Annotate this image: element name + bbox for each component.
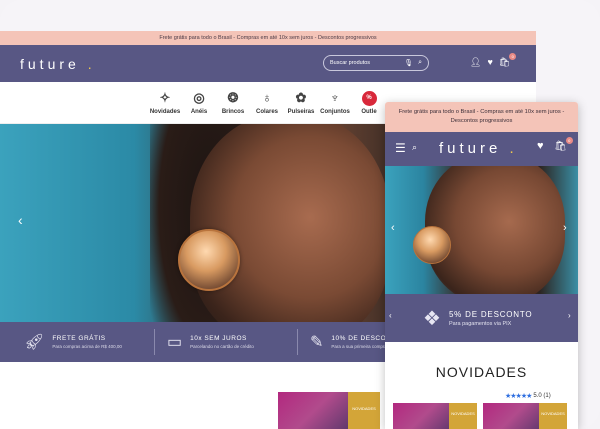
category-conjuntos[interactable]: ♆ Conjuntos bbox=[318, 90, 352, 115]
percent-icon: % bbox=[361, 90, 377, 106]
site-header: future . Buscar produtos 🎙︎ ⌕ 👤︎ ♥ 🛍︎ 0 bbox=[0, 45, 536, 82]
discount-tag-icon: ✎ bbox=[310, 334, 324, 351]
credit-card-icon: ▭ bbox=[167, 334, 183, 351]
cart-badge: 0 bbox=[509, 53, 517, 60]
earring-icon: ❂ bbox=[227, 90, 239, 105]
category-colares[interactable]: ♁ Colares bbox=[250, 90, 284, 115]
pix-icon: ❖ bbox=[423, 307, 441, 330]
cart-icon[interactable]: 🛍︎ 0 bbox=[554, 137, 573, 152]
promo-bar: Frete grátis para todo o Brasil - Compra… bbox=[385, 102, 578, 132]
category-pulseiras[interactable]: ✿ Pulseiras bbox=[284, 90, 318, 115]
hero-banner[interactable]: ‹ › bbox=[385, 166, 578, 294]
search-icon[interactable]: ⌕ bbox=[418, 59, 422, 67]
category-outlet[interactable]: % Outle bbox=[352, 90, 386, 115]
search-icon[interactable]: ⌕ bbox=[412, 142, 417, 153]
site-logo[interactable]: future . bbox=[20, 56, 96, 72]
heart-icon[interactable]: ♥ bbox=[537, 140, 544, 152]
hero-face bbox=[425, 166, 565, 294]
set-icon: ♆ bbox=[330, 90, 340, 105]
star-icons: ★★★★★ bbox=[505, 393, 532, 400]
discount-banner: ‹ ❖ 5% DE DESCONTO Para pagamentos via P… bbox=[385, 294, 578, 342]
section-title: NOVIDADES bbox=[435, 364, 528, 380]
necklace-icon: ♁ bbox=[262, 90, 272, 105]
header-icons: 👤︎ ♥ 🛍︎ 0 bbox=[470, 53, 517, 68]
hero-earring bbox=[413, 226, 451, 264]
site-logo[interactable]: future . bbox=[439, 140, 518, 157]
chevron-right-icon[interactable]: › bbox=[568, 311, 571, 320]
category-aneis[interactable]: ◎ Anéis bbox=[182, 90, 216, 115]
cart-icon[interactable]: 🛍︎ 0 bbox=[499, 53, 517, 68]
product-card[interactable]: NOVIDADES bbox=[278, 392, 380, 429]
chevron-left-icon[interactable]: ‹ bbox=[389, 311, 392, 320]
category-brincos[interactable]: ❂ Brincos bbox=[216, 90, 250, 115]
user-icon[interactable]: 👤︎ bbox=[470, 57, 481, 68]
rocket-icon: 🚀︎ bbox=[24, 334, 45, 351]
discount-subtitle: Para pagamentos via PIX bbox=[448, 320, 512, 327]
cart-badge: 0 bbox=[565, 137, 573, 144]
chevron-right-icon[interactable]: › bbox=[563, 222, 567, 234]
sparkle-icon: ✧ bbox=[159, 90, 171, 105]
hero-face bbox=[190, 124, 390, 322]
benefit-shipping: 🚀︎ FRETE GRÁTIS Para compras acima de R$ … bbox=[24, 334, 122, 351]
site-header: ☰ ⌕ future . ♥ 🛍︎ 0 bbox=[385, 132, 578, 166]
product-card[interactable]: NOVIDADES bbox=[483, 403, 567, 429]
product-card[interactable]: NOVIDADES bbox=[393, 403, 477, 429]
search-placeholder: Buscar produtos bbox=[330, 60, 371, 66]
category-novidades[interactable]: ✧ Novidades bbox=[148, 90, 182, 115]
product-tag: NOVIDADES bbox=[539, 403, 567, 429]
mobile-mockup: Frete grátis para todo o Brasil - Compra… bbox=[385, 102, 578, 429]
benefit-installments: ▭ 10x SEM JUROS Parcelando no cartão de c… bbox=[167, 334, 254, 351]
product-tag: NOVIDADES bbox=[449, 403, 477, 429]
divider bbox=[154, 329, 155, 355]
hero-earring bbox=[178, 229, 240, 291]
chevron-left-icon[interactable]: ‹ bbox=[391, 222, 395, 234]
discount-title: 5% DE DESCONTO bbox=[448, 309, 533, 319]
divider bbox=[297, 329, 298, 355]
promo-bar: Frete grátis para todo o Brasil - Compra… bbox=[0, 31, 536, 45]
microphone-icon[interactable]: 🎙︎ bbox=[404, 59, 413, 67]
chevron-left-icon[interactable]: ‹ bbox=[18, 212, 23, 228]
product-rating: ★★★★★ 5.0 (1) bbox=[505, 393, 551, 400]
product-tag: NOVIDADES bbox=[348, 392, 380, 429]
search-input[interactable]: Buscar produtos 🎙︎ ⌕ bbox=[323, 55, 429, 71]
bracelet-icon: ✿ bbox=[295, 90, 307, 105]
ring-icon: ◎ bbox=[193, 90, 205, 105]
menu-icon[interactable]: ☰ bbox=[395, 141, 406, 155]
heart-icon[interactable]: ♥ bbox=[487, 57, 492, 68]
